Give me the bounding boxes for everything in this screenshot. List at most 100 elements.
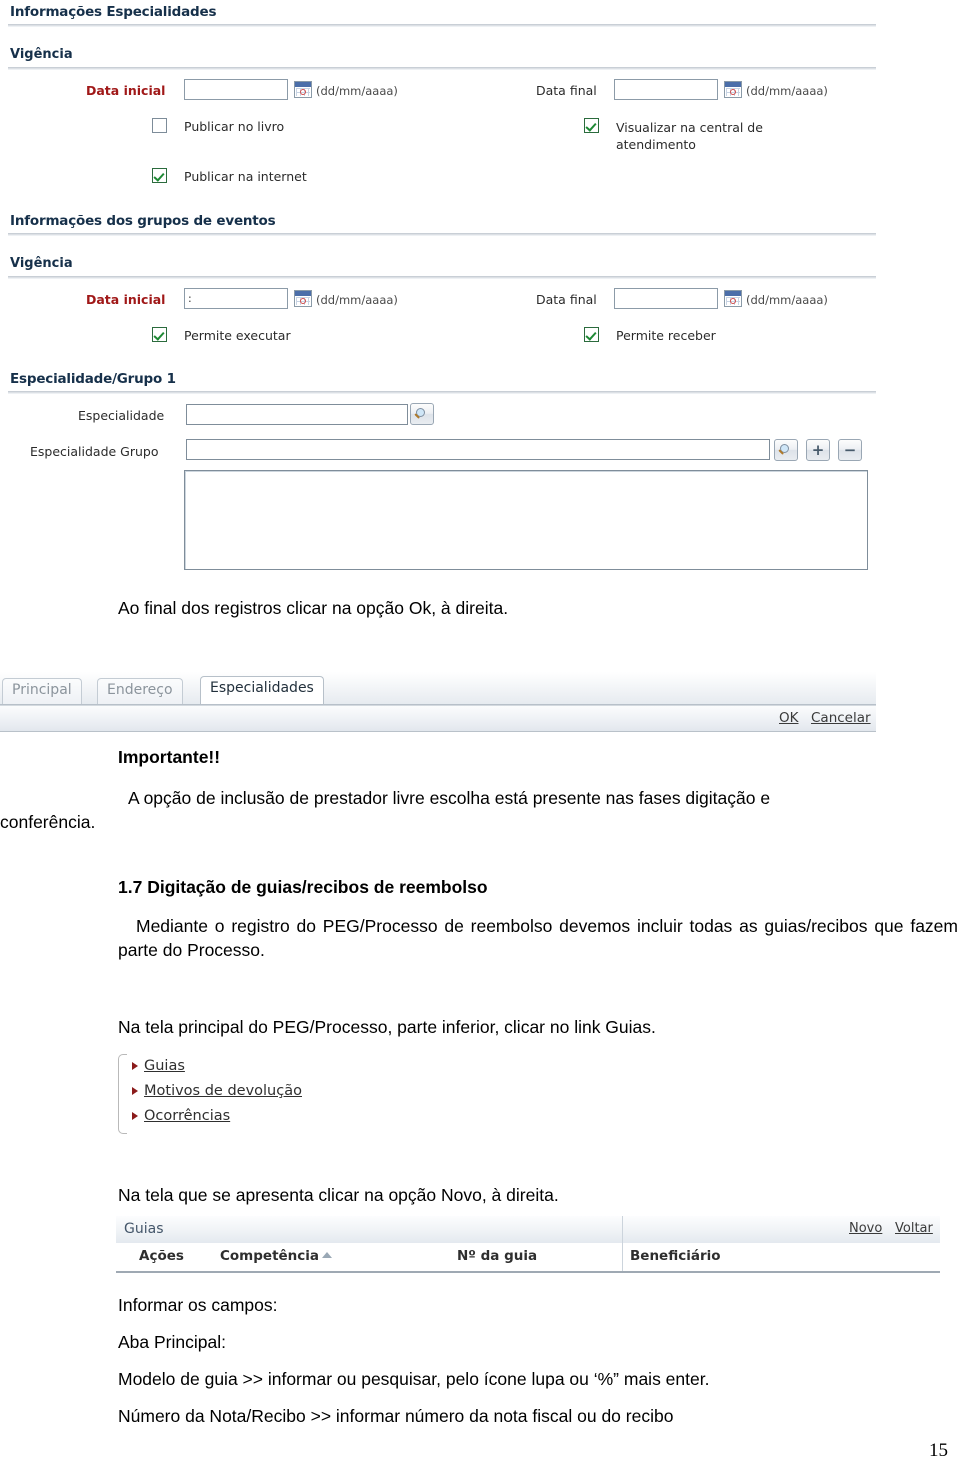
calendar-icon-marker — [730, 298, 736, 304]
input-data-inicial-1[interactable] — [184, 79, 288, 100]
section-divider-2 — [8, 67, 876, 70]
checkbox-visualizar-central-atendimento[interactable] — [584, 118, 599, 133]
cancelar-link-label: Cancelar — [811, 710, 871, 726]
column-header-competencia-label: Competência — [220, 1248, 320, 1264]
grid-column-separator — [622, 1243, 623, 1271]
tree-item-guias-label: Guias — [144, 1058, 185, 1074]
remove-especialidade-grupo-button[interactable]: − — [838, 439, 862, 461]
hint-date-format-2: (dd/mm/aaaa) — [746, 84, 828, 98]
links-tree-screenshot: Guias Motivos de devolução Ocorrências — [118, 1054, 418, 1134]
input-data-final-2[interactable] — [614, 288, 718, 309]
especialidades-form-screenshot: Informações Especialidades Vigência Data… — [0, 0, 960, 578]
calendar-icon[interactable] — [294, 290, 312, 307]
column-header-acoes-label: Ações — [139, 1248, 184, 1264]
label-publicar-na-internet: Publicar na internet — [184, 169, 307, 184]
tree-item-motivos-de-devolucao[interactable]: Motivos de devolução — [118, 1079, 418, 1104]
section-title-informacoes-especialidades: Informações Especialidades — [10, 4, 217, 20]
subsection-title-vigencia-1: Vigência — [10, 47, 73, 62]
calendar-icon[interactable] — [724, 290, 742, 307]
checkbox-publicar-na-internet[interactable] — [152, 168, 167, 183]
column-header-numero-da-guia[interactable]: Nº da guia — [457, 1248, 537, 1264]
search-especialidade-grupo-button[interactable] — [774, 439, 798, 461]
input-data-final-1[interactable] — [614, 79, 718, 100]
input-data-inicial-2-value: : — [188, 292, 192, 305]
especialidade-grupo-list-area[interactable] — [184, 470, 868, 570]
section-divider-1 — [8, 24, 876, 27]
label-especialidade-grupo: Especialidade Grupo — [30, 444, 159, 459]
tree-item-guias[interactable]: Guias — [118, 1054, 418, 1079]
form-action-bar — [0, 705, 876, 732]
calendar-icon[interactable] — [724, 81, 742, 98]
label-permite-executar: Permite executar — [184, 328, 291, 343]
paragraph-importante-line2: conferência. — [0, 812, 96, 832]
label-data-inicial-2: Data inicial — [86, 292, 166, 307]
sort-ascending-icon — [322, 1252, 333, 1258]
tab-principal-label: Principal — [12, 682, 72, 698]
magnifier-icon — [416, 408, 425, 417]
tab-principal[interactable]: Principal — [2, 678, 82, 704]
tab-especialidades-label: Especialidades — [210, 680, 314, 696]
minus-icon: − — [843, 441, 857, 459]
hint-date-format-3: (dd/mm/aaaa) — [316, 293, 398, 307]
paragraph-modelo-de-guia: Modelo de guia >> informar ou pesquisar,… — [118, 1369, 710, 1389]
label-publicar-no-livro: Publicar no livro — [184, 119, 285, 134]
search-especialidade-button[interactable] — [410, 403, 434, 425]
label-data-final-1: Data final — [536, 83, 597, 98]
add-especialidade-grupo-button[interactable]: + — [806, 439, 830, 461]
checkbox-publicar-no-livro[interactable] — [152, 118, 167, 133]
novo-link[interactable]: Novo — [849, 1221, 882, 1236]
column-header-beneficiario-label: Beneficiário — [630, 1248, 721, 1264]
column-header-acoes[interactable]: Ações — [139, 1248, 184, 1264]
paragraph-informar-os-campos: Informar os campos: — [118, 1295, 278, 1315]
heading-importante: Importante!! — [118, 747, 221, 767]
section-title-informacoes-grupos-eventos: Informações dos grupos de eventos — [10, 213, 276, 229]
tab-endereco-label: Endereço — [107, 682, 173, 698]
checkbox-permite-receber[interactable] — [584, 327, 599, 342]
checkbox-permite-executar[interactable] — [152, 327, 167, 342]
hint-date-format-1: (dd/mm/aaaa) — [316, 84, 398, 98]
paragraph-section-1-7: Mediante o registro do PEG/Processo de r… — [118, 916, 958, 960]
input-especialidade-grupo[interactable] — [186, 439, 770, 460]
label-especialidade: Especialidade — [78, 408, 165, 423]
label-permite-receber: Permite receber — [616, 328, 716, 343]
section-divider-3 — [8, 233, 876, 236]
guias-grid-title: Guias — [124, 1221, 164, 1237]
triangle-right-icon — [132, 1087, 138, 1095]
page-number: 15 — [929, 1440, 948, 1461]
voltar-link-label: Voltar — [895, 1221, 933, 1236]
tabs-screenshot: Principal Endereço Especialidades OK Can… — [0, 672, 876, 734]
grid-header-separator — [622, 1216, 623, 1243]
novo-link-label: Novo — [849, 1221, 883, 1236]
column-header-competencia[interactable]: Competência — [220, 1248, 333, 1264]
paragraph-link-guias: Na tela principal do PEG/Processo, parte… — [118, 1017, 656, 1037]
guias-grid-screenshot: Guias Novo Voltar Ações Competência Nº d… — [116, 1216, 940, 1278]
section-title-especialidade-grupo-1: Especialidade/Grupo 1 — [10, 371, 176, 387]
paragraph-ok-instruction: Ao final dos registros clicar na opção O… — [118, 598, 509, 618]
section-divider-4 — [8, 276, 876, 279]
input-especialidade[interactable] — [186, 404, 408, 425]
tree-item-ocorrencias[interactable]: Ocorrências — [118, 1104, 418, 1129]
label-visualizar-central-atendimento: Visualizar na central de atendimento — [616, 120, 763, 152]
column-header-beneficiario[interactable]: Beneficiário — [630, 1248, 721, 1264]
tree-item-motivos-de-devolucao-label: Motivos de devolução — [144, 1083, 302, 1099]
paragraph-novo-instruction: Na tela que se apresenta clicar na opção… — [118, 1185, 559, 1205]
calendar-icon-marker — [300, 89, 306, 95]
label-data-final-2: Data final — [536, 292, 597, 307]
column-header-numero-da-guia-label: Nº da guia — [457, 1248, 538, 1264]
input-data-inicial-2[interactable]: : — [184, 288, 288, 309]
cancelar-link[interactable]: Cancelar — [811, 710, 871, 726]
tree-item-ocorrencias-label: Ocorrências — [144, 1108, 231, 1124]
subsection-title-vigencia-2: Vigência — [10, 256, 73, 271]
ok-link[interactable]: OK — [779, 710, 798, 726]
paragraph-aba-principal: Aba Principal: — [118, 1332, 226, 1352]
calendar-icon-marker — [730, 89, 736, 95]
tab-endereco[interactable]: Endereço — [97, 678, 183, 704]
tab-especialidades[interactable]: Especialidades — [200, 676, 324, 704]
section-divider-5 — [8, 391, 876, 394]
guias-grid-header-bar — [116, 1216, 940, 1244]
paragraph-importante-line1: A opção de inclusão de prestador livre e… — [128, 788, 771, 808]
triangle-right-icon — [132, 1062, 138, 1070]
calendar-icon[interactable] — [294, 81, 312, 98]
ok-link-label: OK — [779, 710, 799, 726]
voltar-link[interactable]: Voltar — [895, 1221, 933, 1236]
